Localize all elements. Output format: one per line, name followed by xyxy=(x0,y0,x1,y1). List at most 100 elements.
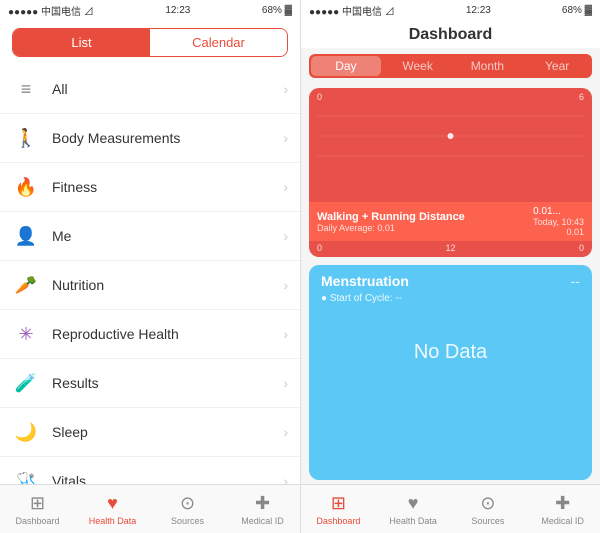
body-measurements-chevron: › xyxy=(283,130,288,146)
chart-info-left: Walking + Running Distance Daily Average… xyxy=(317,211,465,233)
calendar-tab[interactable]: Calendar xyxy=(150,29,287,56)
chart-svg xyxy=(317,106,584,166)
year-segment-btn[interactable]: Year xyxy=(522,54,592,78)
health-data-tab-icon: ♥ xyxy=(107,493,118,514)
vitals-icon: 🩺 xyxy=(12,467,40,484)
me-chevron: › xyxy=(283,228,288,244)
vitals-label: Vitals xyxy=(52,473,283,484)
reproductive-health-chevron: › xyxy=(283,326,288,342)
dashboard-tab-label: Dashboard xyxy=(15,516,59,526)
chart-value: 0.01... xyxy=(533,206,584,217)
list-item-nutrition[interactable]: 🥕 Nutrition › xyxy=(0,261,300,310)
right-health-tab-label: Health Data xyxy=(389,516,437,526)
right-panel: ●●●●● 中国电信 ⊿ 12:23 68% ▓ Dashboard Day W… xyxy=(301,0,600,533)
menstruation-header: Menstruation -- xyxy=(309,265,592,293)
list-item-sleep[interactable]: 🌙 Sleep › xyxy=(0,408,300,457)
medical-id-tab-icon: ✚ xyxy=(255,493,270,514)
left-time: 12:23 xyxy=(165,5,190,16)
right-carrier: ●●●●● 中国电信 ⊿ xyxy=(309,3,395,18)
chart-daily-avg: Daily Average: 0.01 xyxy=(317,223,465,233)
vitals-chevron: › xyxy=(283,473,288,484)
chart-today-label: Today, 10:43 xyxy=(533,217,584,227)
body-measurements-icon: 🚶 xyxy=(12,124,40,152)
list-item-fitness[interactable]: 🔥 Fitness › xyxy=(0,163,300,212)
list-item-reproductive-health[interactable]: ✳ Reproductive Health › xyxy=(0,310,300,359)
dashboard-tab-icon: ⊞ xyxy=(30,493,45,514)
me-icon: 👤 xyxy=(12,222,40,250)
me-label: Me xyxy=(52,228,283,244)
list-item-all[interactable]: ≡ All › xyxy=(0,65,300,114)
results-chevron: › xyxy=(283,375,288,391)
menstruation-dash: -- xyxy=(571,273,580,289)
left-segment-control: List Calendar xyxy=(12,28,288,57)
left-panel: ●●●●● 中国电信 ⊿ 12:23 68% ▓ List Calendar ≡… xyxy=(0,0,300,533)
walking-chart-card: 0 6 Walking + Running Distance Daily Ave… xyxy=(309,88,592,257)
health-data-tab-label: Health Data xyxy=(89,516,137,526)
left-tab-dashboard[interactable]: ⊞ Dashboard xyxy=(0,485,75,533)
right-sources-tab-icon: ⊙ xyxy=(480,493,495,514)
menstruation-card: Menstruation -- ● Start of Cycle: -- No … xyxy=(309,265,592,480)
fitness-chevron: › xyxy=(283,179,288,195)
sleep-label: Sleep xyxy=(52,424,283,440)
all-icon: ≡ xyxy=(12,75,40,103)
right-tab-bar: ⊞ Dashboard ♥ Health Data ⊙ Sources ✚ Me… xyxy=(301,484,600,533)
chart-x-right: 0 xyxy=(579,243,584,253)
nutrition-label: Nutrition xyxy=(52,277,283,293)
no-data-label: No Data xyxy=(309,312,592,392)
reproductive-health-label: Reproductive Health xyxy=(52,326,283,342)
list-item-me[interactable]: 👤 Me › xyxy=(0,212,300,261)
left-carrier: ●●●●● 中国电信 ⊿ xyxy=(8,3,94,18)
time-segment-control: Day Week Month Year xyxy=(309,54,592,78)
right-tab-medical-id[interactable]: ✚ Medical ID xyxy=(525,485,600,533)
right-time: 12:23 xyxy=(466,5,491,16)
right-sources-tab-label: Sources xyxy=(471,516,504,526)
month-segment-btn[interactable]: Month xyxy=(453,54,523,78)
menstruation-subtitle: ● Start of Cycle: -- xyxy=(309,293,592,312)
chart-y-top-left: 0 xyxy=(317,92,322,102)
right-status-bar: ●●●●● 中国电信 ⊿ 12:23 68% ▓ xyxy=(301,0,600,20)
list-item-body-measurements[interactable]: 🚶 Body Measurements › xyxy=(0,114,300,163)
right-tab-sources[interactable]: ⊙ Sources xyxy=(451,485,526,533)
medical-id-tab-label: Medical ID xyxy=(241,516,284,526)
right-health-tab-icon: ♥ xyxy=(408,493,419,514)
sources-tab-icon: ⊙ xyxy=(180,493,195,514)
all-chevron: › xyxy=(283,81,288,97)
menstruation-title: Menstruation xyxy=(321,273,409,289)
chart-today-value: 0.01 xyxy=(533,227,584,237)
left-tab-health-data[interactable]: ♥ Health Data xyxy=(75,485,150,533)
right-battery: 68% ▓ xyxy=(562,5,592,16)
dashboard-title: Dashboard xyxy=(301,20,600,48)
results-icon: 🧪 xyxy=(12,369,40,397)
left-status-bar: ●●●●● 中国电信 ⊿ 12:23 68% ▓ xyxy=(0,0,300,20)
right-medical-tab-icon: ✚ xyxy=(555,493,570,514)
chart-info-right: 0.01... Today, 10:43 0.01 xyxy=(533,206,584,237)
chart-y-top-right: 6 xyxy=(579,92,584,102)
right-tab-health-data[interactable]: ♥ Health Data xyxy=(376,485,451,533)
right-medical-tab-label: Medical ID xyxy=(541,516,584,526)
week-segment-btn[interactable]: Week xyxy=(383,54,453,78)
sleep-chevron: › xyxy=(283,424,288,440)
nutrition-chevron: › xyxy=(283,277,288,293)
list-item-results[interactable]: 🧪 Results › xyxy=(0,359,300,408)
left-battery: 68% ▓ xyxy=(262,5,292,16)
chart-x-left: 0 xyxy=(317,243,322,253)
list-container: ≡ All › 🚶 Body Measurements › 🔥 Fitness … xyxy=(0,65,300,484)
right-tab-dashboard[interactable]: ⊞ Dashboard xyxy=(301,485,376,533)
nutrition-icon: 🥕 xyxy=(12,271,40,299)
right-dashboard-tab-icon: ⊞ xyxy=(331,493,346,514)
fitness-label: Fitness xyxy=(52,179,283,195)
fitness-icon: 🔥 xyxy=(12,173,40,201)
day-segment-btn[interactable]: Day xyxy=(311,56,381,76)
left-tab-bar: ⊞ Dashboard ♥ Health Data ⊙ Sources ✚ Me… xyxy=(0,484,300,533)
left-tab-sources[interactable]: ⊙ Sources xyxy=(150,485,225,533)
list-item-vitals[interactable]: 🩺 Vitals › xyxy=(0,457,300,484)
results-label: Results xyxy=(52,375,283,391)
chart-area xyxy=(309,102,592,202)
all-label: All xyxy=(52,81,283,97)
list-tab[interactable]: List xyxy=(13,29,150,56)
chart-x-mid: 12 xyxy=(445,243,455,253)
reproductive-health-icon: ✳ xyxy=(12,320,40,348)
right-dashboard-tab-label: Dashboard xyxy=(316,516,360,526)
left-tab-medical-id[interactable]: ✚ Medical ID xyxy=(225,485,300,533)
body-measurements-label: Body Measurements xyxy=(52,130,283,146)
